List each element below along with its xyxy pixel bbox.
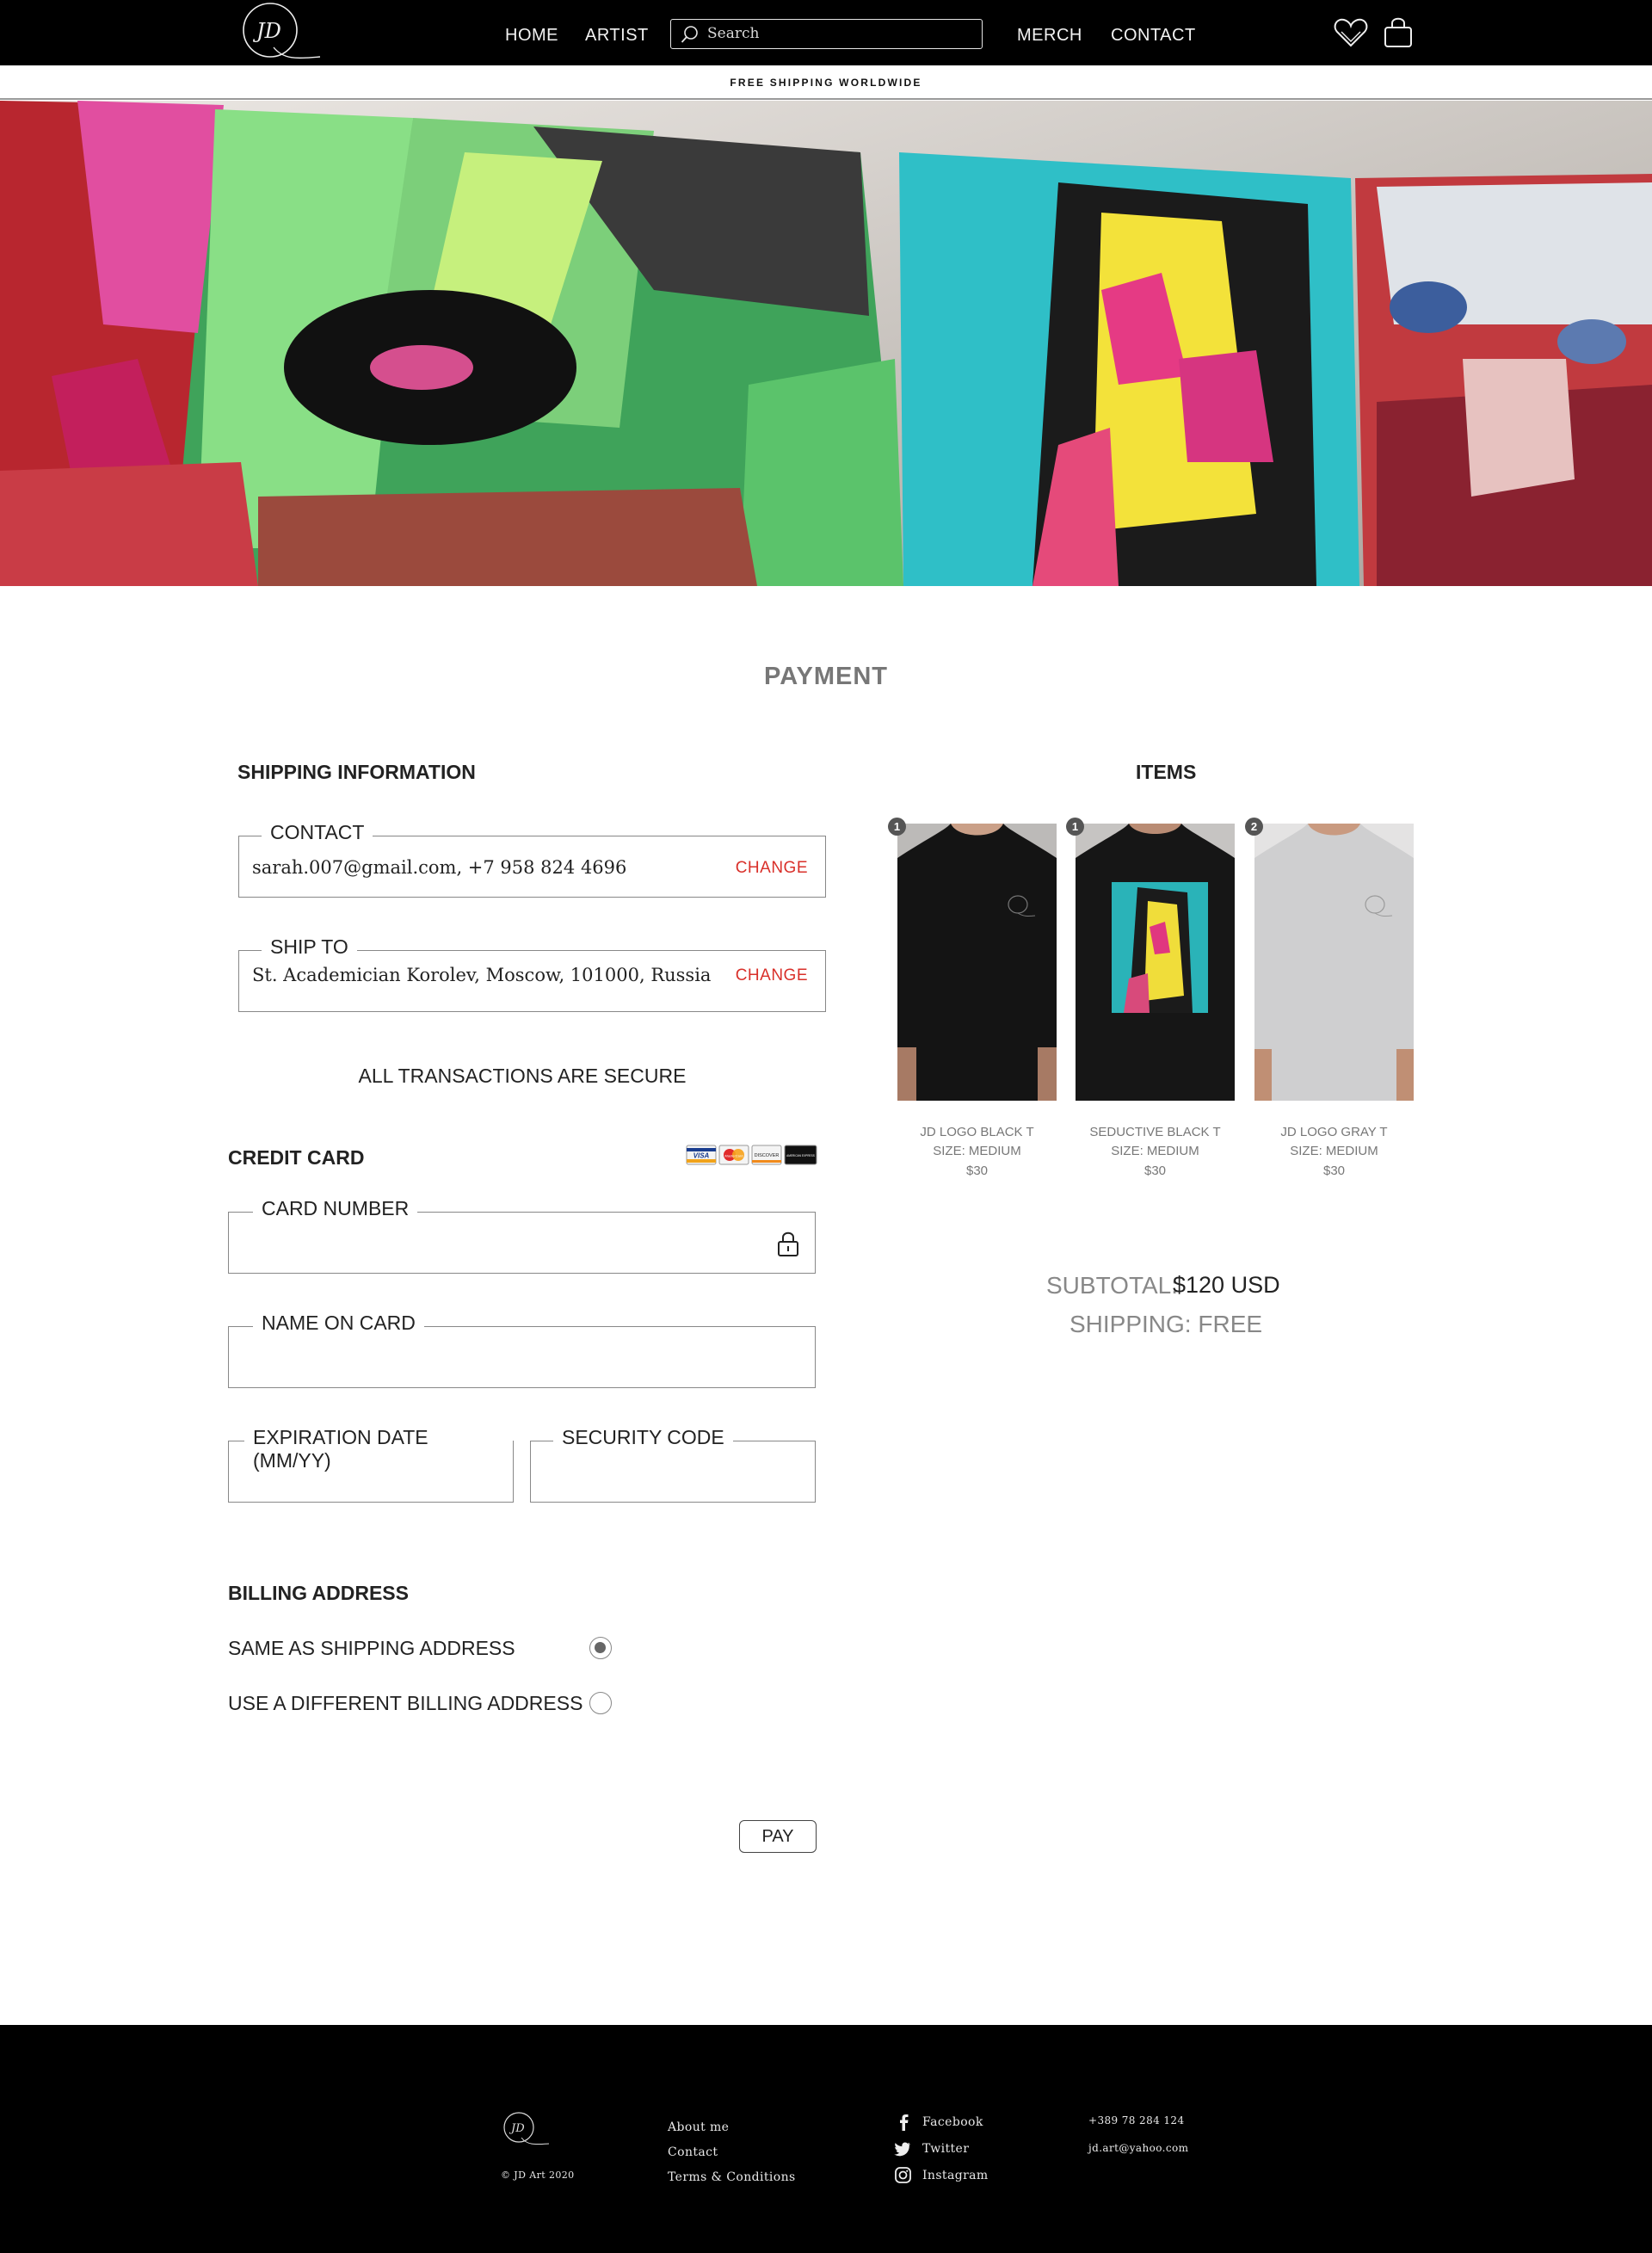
- card-brand-label: VISA: [693, 1152, 710, 1160]
- search-input[interactable]: [707, 22, 965, 45]
- item-name: JD LOGO GRAY T: [1280, 1125, 1388, 1139]
- twitter-icon[interactable]: [894, 2141, 911, 2157]
- footer-link-about[interactable]: About me: [668, 2120, 729, 2134]
- name-on-card-field[interactable]: NAME ON CARD: [228, 1312, 816, 1388]
- name-on-card-label: NAME ON CARD: [253, 1312, 424, 1335]
- footer-email[interactable]: jd.art@yahoo.com: [1088, 2142, 1188, 2154]
- ship-to-value: St. Academician Korolev, Moscow, 101000,…: [252, 965, 712, 985]
- item-quantity-badge: 2: [1245, 818, 1263, 836]
- hero-artwork-banner: [0, 101, 1652, 586]
- jd-logo[interactable]: JD: [234, 0, 324, 64]
- item-price: $30: [1322, 1164, 1346, 1178]
- footer-instagram-link[interactable]: Instagram: [922, 2169, 989, 2182]
- different-billing-label[interactable]: USE A DIFFERENT BILLING ADDRESS: [228, 1692, 583, 1715]
- black-tshirt-image: [897, 824, 1057, 1101]
- search-box[interactable]: [670, 19, 983, 49]
- item-quantity-badge: 1: [888, 818, 906, 836]
- item-image[interactable]: [897, 824, 1057, 1101]
- contact-fieldset: CONTACT sarah.007@gmail.com, +7 958 824 …: [238, 821, 826, 898]
- accepted-cards: VISA MasterCard DISCOVER AMERICAN EXPRES…: [686, 1145, 817, 1165]
- same-as-shipping-radio[interactable]: [589, 1637, 612, 1659]
- wishlist-heart-icon[interactable]: [1334, 17, 1368, 48]
- pay-button[interactable]: PAY: [739, 1820, 817, 1853]
- nav-home[interactable]: HOME: [505, 26, 558, 46]
- contact-value: sarah.007@gmail.com, +7 958 824 4696: [252, 857, 627, 878]
- contact-legend: CONTACT: [262, 821, 373, 844]
- secure-transactions-note: ALL TRANSACTIONS ARE SECURE: [358, 1065, 687, 1087]
- search-icon: [681, 26, 698, 43]
- security-code-label: SECURITY CODE: [553, 1426, 733, 1449]
- change-contact-link[interactable]: CHANGE: [736, 859, 808, 878]
- same-as-shipping-label[interactable]: SAME AS SHIPPING ADDRESS: [228, 1637, 515, 1660]
- expiration-date-field[interactable]: EXPIRATION DATE (MM/YY): [228, 1426, 514, 1503]
- footer-twitter-link[interactable]: Twitter: [922, 2142, 969, 2156]
- security-code-field[interactable]: SECURITY CODE: [530, 1426, 816, 1503]
- ship-to-legend: SHIP TO: [262, 935, 357, 959]
- expiration-date-input[interactable]: [244, 1457, 472, 1483]
- footer-jd-logo[interactable]: JD: [499, 2110, 551, 2148]
- svg-text:JD: JD: [252, 19, 281, 43]
- card-number-label: CARD NUMBER: [253, 1197, 418, 1220]
- footer: JD © JD Art 2020 About me Contact Terms …: [0, 2025, 1652, 2253]
- shopping-bag-icon[interactable]: [1383, 15, 1414, 50]
- seductive-tshirt-image: [1076, 824, 1235, 1101]
- item-price: $30: [1143, 1164, 1167, 1178]
- card-brand-label: MasterCard: [725, 1154, 743, 1158]
- different-billing-radio[interactable]: [589, 1692, 612, 1714]
- amex-card-icon: AMERICAN EXPRESS: [784, 1145, 817, 1165]
- gray-tshirt-image: [1254, 824, 1414, 1101]
- lock-icon: [778, 1231, 798, 1256]
- item-quantity-badge: 1: [1066, 818, 1084, 836]
- card-brand-label: DISCOVER: [755, 1153, 780, 1158]
- items-heading: ITEMS: [1136, 761, 1197, 783]
- shipping-info-heading: SHIPPING INFORMATION: [237, 761, 476, 783]
- footer-link-contact[interactable]: Contact: [668, 2145, 718, 2159]
- item-size: SIZE: MEDIUM: [933, 1144, 1021, 1158]
- svg-text:JD: JD: [509, 2122, 525, 2135]
- item-name: SEDUCTIVE BLACK T: [1089, 1125, 1221, 1139]
- security-code-input[interactable]: [546, 1457, 774, 1483]
- ship-to-fieldset: SHIP TO St. Academician Korolev, Moscow,…: [238, 935, 826, 1012]
- card-brand-label: AMERICAN EXPRESS: [786, 1154, 815, 1157]
- footer-facebook-link[interactable]: Facebook: [922, 2115, 983, 2129]
- footer-link-terms[interactable]: Terms & Conditions: [668, 2170, 796, 2184]
- shipping-cost: SHIPPING: FREE: [1069, 1311, 1263, 1337]
- footer-phone: +389 78 284 124: [1088, 2114, 1185, 2126]
- free-shipping-text: FREE SHIPPING WORLDWIDE: [730, 77, 922, 89]
- nav-merch[interactable]: MERCH: [1017, 26, 1082, 46]
- hero-paintings-image: [0, 101, 1652, 586]
- nav-contact[interactable]: CONTACT: [1111, 26, 1196, 46]
- billing-address-heading: BILLING ADDRESS: [228, 1582, 409, 1604]
- item-image[interactable]: [1254, 824, 1414, 1101]
- item-name: JD LOGO BLACK T: [920, 1125, 1034, 1139]
- visa-card-icon: VISA: [686, 1145, 717, 1165]
- card-number-field[interactable]: CARD NUMBER: [228, 1197, 816, 1274]
- subtotal-value: $120 USD: [1173, 1272, 1280, 1298]
- item-size: SIZE: MEDIUM: [1290, 1144, 1378, 1158]
- instagram-icon[interactable]: [895, 2167, 911, 2183]
- item-size: SIZE: MEDIUM: [1111, 1144, 1199, 1158]
- mastercard-icon: MasterCard: [718, 1145, 749, 1165]
- discover-card-icon: DISCOVER: [751, 1145, 782, 1165]
- free-shipping-banner: FREE SHIPPING WORLDWIDE: [0, 65, 1652, 100]
- facebook-icon[interactable]: [897, 2114, 910, 2131]
- top-nav: JD HOME ARTIST MERCH CONTACT: [0, 0, 1652, 65]
- subtotal-label: SUBTOTAL:: [1046, 1272, 1179, 1299]
- credit-card-heading: CREDIT CARD: [228, 1146, 365, 1169]
- card-number-input[interactable]: [244, 1228, 713, 1254]
- page-title: PAYMENT: [764, 663, 888, 690]
- change-ship-to-link[interactable]: CHANGE: [736, 966, 808, 985]
- item-price: $30: [965, 1164, 989, 1178]
- footer-copyright: © JD Art 2020: [501, 2170, 575, 2181]
- name-on-card-input[interactable]: [244, 1343, 713, 1368]
- item-image[interactable]: [1076, 824, 1235, 1101]
- nav-artist[interactable]: ARTIST: [585, 26, 649, 46]
